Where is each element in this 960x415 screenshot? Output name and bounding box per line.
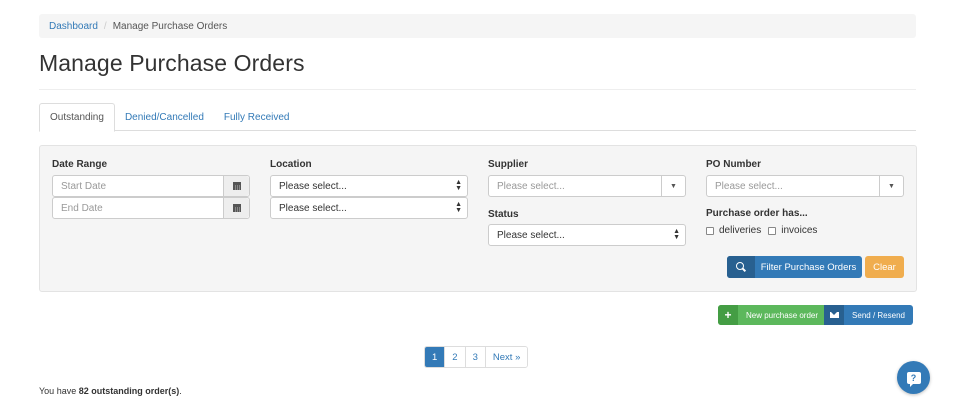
breadcrumb: Dashboard / Manage Purchase Orders: [39, 14, 916, 38]
search-icon: [727, 256, 755, 278]
end-date-placeholder: End Date: [61, 202, 103, 214]
status-label: Status: [488, 209, 519, 220]
po-action-buttons: + New purchase order Send / Resend: [718, 305, 913, 325]
po-has-options: deliveries invoices: [706, 225, 817, 236]
tab-fully-received[interactable]: Fully Received: [214, 103, 300, 131]
caret-down-icon[interactable]: ▼: [661, 176, 685, 196]
envelope-icon: [824, 305, 845, 325]
summary-suffix: .: [179, 386, 182, 396]
calendar-icon[interactable]: [223, 176, 249, 196]
location-select-secondary[interactable]: Please select... ▲ ▼: [270, 197, 468, 219]
location-label: Location: [270, 159, 312, 170]
end-date-input[interactable]: End Date: [52, 197, 250, 219]
filter-purchase-orders-button[interactable]: Filter Purchase Orders: [727, 256, 862, 278]
page-3-link[interactable]: 3: [464, 347, 485, 367]
supplier-label: Supplier: [488, 159, 529, 170]
next-page-link[interactable]: Next »: [484, 347, 528, 367]
supplier-select[interactable]: Please select... ▼: [488, 175, 686, 197]
select-arrows-icon: ▲ ▼: [455, 179, 462, 192]
location-select-value: Please select...: [279, 180, 347, 192]
deliveries-checkbox-label: deliveries: [719, 225, 762, 236]
order-summary: You have 82 outstanding order(s).: [39, 386, 182, 396]
select-arrows-icon: ▲ ▼: [673, 228, 680, 241]
breadcrumb-current: Manage Purchase Orders: [112, 20, 228, 32]
tab-bar: Outstanding Denied/Cancelled Fully Recei…: [39, 103, 916, 132]
location-select[interactable]: Please select... ▲ ▼: [270, 175, 468, 197]
breadcrumb-separator: /: [103, 20, 107, 32]
send-resend-button[interactable]: Send / Resend: [824, 305, 913, 325]
tab-outstanding[interactable]: Outstanding: [39, 103, 115, 132]
help-chat-button[interactable]: ?: [897, 361, 930, 394]
po-has-label: Purchase order has...: [706, 208, 808, 219]
page-2-link[interactable]: 2: [444, 347, 465, 367]
pagination: 1 2 3 Next »: [424, 346, 529, 368]
start-date-placeholder: Start Date: [61, 180, 107, 192]
start-date-input[interactable]: Start Date: [52, 175, 250, 197]
title-divider: [39, 89, 916, 90]
status-select-value: Please select...: [497, 229, 565, 241]
clear-button[interactable]: Clear: [865, 256, 904, 278]
calendar-icon[interactable]: [223, 198, 249, 218]
select-arrows-icon: ▲ ▼: [455, 201, 462, 214]
summary-count: 82 outstanding order(s): [78, 386, 180, 396]
caret-down-icon[interactable]: ▼: [879, 176, 903, 196]
plus-icon: +: [718, 305, 738, 325]
page-title: Manage Purchase Orders: [39, 50, 305, 76]
summary-prefix: You have: [39, 386, 77, 396]
filter-button-label: Filter Purchase Orders: [760, 261, 857, 273]
invoices-checkbox-label: invoices: [781, 225, 818, 236]
deliveries-checkbox[interactable]: [706, 226, 714, 235]
supplier-placeholder: Please select...: [497, 180, 565, 192]
date-range-label: Date Range: [52, 159, 108, 170]
location-select-secondary-value: Please select...: [279, 202, 347, 214]
breadcrumb-dashboard-link[interactable]: Dashboard: [49, 21, 98, 32]
status-select[interactable]: Please select... ▲ ▼: [488, 224, 686, 246]
send-label: Send / Resend: [852, 310, 905, 320]
invoices-checkbox[interactable]: [768, 226, 777, 235]
new-purchase-order-button[interactable]: + New purchase order: [718, 305, 825, 325]
po-number-select[interactable]: Please select... ▼: [706, 175, 904, 197]
new-po-label: New purchase order: [746, 310, 819, 320]
tab-denied-cancelled[interactable]: Denied/Cancelled: [115, 103, 214, 131]
page-1-link[interactable]: 1: [425, 347, 445, 367]
help-chat-icon: ?: [906, 371, 921, 387]
po-number-label: PO Number: [706, 159, 762, 170]
po-number-placeholder: Please select...: [715, 180, 783, 192]
